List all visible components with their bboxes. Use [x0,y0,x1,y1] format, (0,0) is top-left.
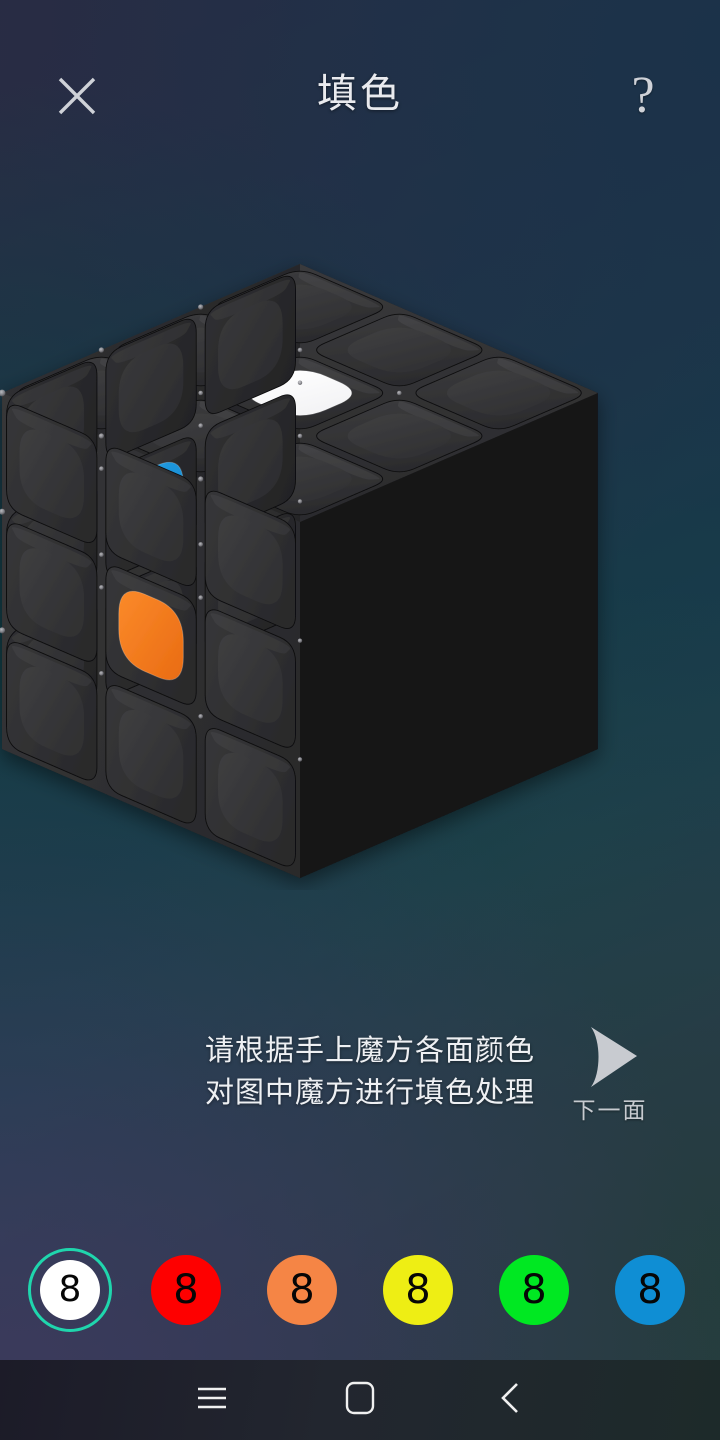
swatch-remaining-count: 8 [289,1267,315,1313]
hamburger-menu-icon [196,1385,228,1416]
color-swatch-orange[interactable]: 8 [254,1240,350,1340]
color-swatch-red[interactable]: 8 [138,1240,234,1340]
swatch-remaining-count: 8 [405,1267,431,1313]
nav-menu-button[interactable] [167,1360,257,1440]
instruction-text: 请根据手上魔方各面颜色 对图中魔方进行填色处理 [170,1030,570,1114]
android-navigation-bar [0,1360,720,1440]
color-swatch-blue[interactable]: 8 [602,1240,698,1340]
play-arrow-icon [574,1022,646,1092]
home-rounded-square-icon [345,1381,375,1420]
next-face-label: 下一面 [572,1097,648,1123]
color-swatch-white[interactable]: 8 [22,1240,118,1340]
swatch-disc-yellow: 8 [383,1255,453,1325]
instruction-line-2: 对图中魔方进行填色处理 [204,1077,535,1109]
app-screen: 填色 ? 请根据手上魔方各面颜色 对图中魔方进行填色处理 下一面 8 8 8 8… [0,0,720,1440]
instruction-line-1: 请根据手上魔方各面颜色 [204,1035,535,1067]
next-face-button[interactable]: 下一面 [548,1022,672,1142]
color-palette: 8 8 8 8 8 8 [0,1240,720,1340]
swatch-disc-white: 8 [40,1260,100,1320]
swatch-disc-blue: 8 [615,1255,685,1325]
question-mark-icon: ? [631,67,655,124]
color-swatch-yellow[interactable]: 8 [370,1240,466,1340]
swatch-disc-orange: 8 [267,1255,337,1325]
rubiks-cube-viewport[interactable] [0,250,720,890]
swatch-remaining-count: 8 [58,1269,82,1310]
swatch-disc-green: 8 [499,1255,569,1325]
nav-back-button[interactable] [465,1360,555,1440]
color-swatch-green[interactable]: 8 [486,1240,582,1340]
swatch-disc-red: 8 [151,1255,221,1325]
help-button[interactable]: ? [604,57,682,135]
app-header: 填色 ? [0,0,720,190]
swatch-remaining-count: 8 [521,1267,547,1313]
rubiks-cube-graphic[interactable] [0,250,720,890]
swatch-remaining-count: 8 [173,1267,199,1313]
back-chevron-icon [497,1381,523,1420]
swatch-remaining-count: 8 [637,1267,663,1313]
nav-home-button[interactable] [315,1360,405,1440]
